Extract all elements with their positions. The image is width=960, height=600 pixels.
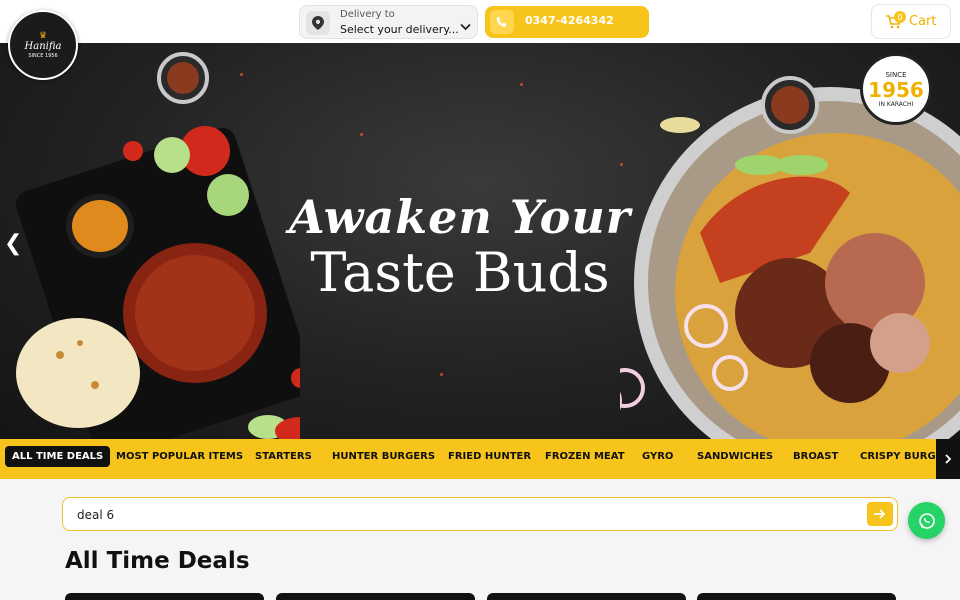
- ember-decoration: [520, 83, 523, 86]
- delivery-selector[interactable]: Delivery to Select your delivery...: [299, 5, 478, 39]
- phone-button[interactable]: 0347-4264342: [485, 6, 649, 38]
- search-input[interactable]: [77, 505, 837, 525]
- since-badge-bottom: IN KARACHI: [878, 100, 914, 108]
- cart-label: Cart: [909, 14, 937, 29]
- cart-button[interactable]: 0 Cart: [871, 4, 951, 39]
- search-submit-button[interactable]: [867, 502, 893, 526]
- deal-card[interactable]: [65, 593, 264, 600]
- category-tab-most-popular-items[interactable]: MOST POPULAR ITEMS: [116, 451, 243, 462]
- ember-decoration: [360, 133, 363, 136]
- category-tab-broast[interactable]: BROAST: [793, 451, 838, 462]
- brand-logo[interactable]: ♛ Hanifia SINCE 1956: [8, 10, 78, 80]
- category-tab-all-time-deals[interactable]: ALL TIME DEALS: [5, 446, 111, 467]
- arrow-right-icon: [874, 509, 886, 519]
- since-badge-year: 1956: [868, 77, 924, 102]
- phone-number: 0347-4264342: [525, 14, 614, 27]
- since-1956-badge: SINCE 1956 IN KARACHI: [860, 53, 932, 125]
- chevron-down-icon: [460, 16, 471, 35]
- hero-headline: Awaken Your Taste Buds: [280, 191, 640, 303]
- category-tab-fried-hunter[interactable]: FRIED HUNTER: [448, 451, 531, 462]
- cart-count-badge: 0: [894, 11, 906, 23]
- ember-decoration: [440, 373, 443, 376]
- whatsapp-button[interactable]: [908, 502, 945, 539]
- search-bar: [62, 497, 898, 531]
- header: Delivery to Select your delivery... 0347…: [0, 0, 960, 43]
- crown-icon: ♛: [38, 30, 48, 41]
- category-next-button[interactable]: [936, 439, 960, 479]
- delivery-label: Delivery to: [340, 9, 395, 20]
- category-tab-frozen-meat[interactable]: FROZEN MEAT: [545, 451, 625, 462]
- carousel-prev-button[interactable]: ❮: [4, 231, 22, 256]
- logo-since-text: SINCE 1956: [28, 52, 58, 59]
- logo-brand-text: Hanifia: [24, 40, 62, 52]
- page: Delivery to Select your delivery... 0347…: [0, 0, 960, 600]
- deal-card[interactable]: [697, 593, 896, 600]
- deal-card[interactable]: [487, 593, 686, 600]
- category-nav: ALL TIME DEALS MOST POPULAR ITEMS STARTE…: [0, 439, 960, 479]
- deal-card[interactable]: [276, 593, 475, 600]
- map-pin-icon: [306, 11, 330, 35]
- delivery-value: Select your delivery...: [340, 23, 459, 36]
- hero-headline-line1: Awaken Your: [288, 190, 632, 244]
- chevron-right-icon: [945, 454, 952, 464]
- hero-banner: Awaken Your Taste Buds SINCE 1956 IN KAR…: [0, 43, 960, 439]
- category-tab-gyro[interactable]: GYRO: [642, 451, 673, 462]
- category-tab-hunter-burgers[interactable]: HUNTER BURGERS: [332, 451, 435, 462]
- hero-headline-line2: Taste Buds: [310, 241, 610, 304]
- section-title: All Time Deals: [65, 548, 250, 574]
- whatsapp-icon: [918, 512, 935, 529]
- category-tab-starters[interactable]: STARTERS: [255, 451, 312, 462]
- food-platter-left-image: [16, 52, 300, 439]
- category-tab-sandwiches[interactable]: SANDWICHES: [697, 451, 773, 462]
- phone-icon: [490, 10, 514, 34]
